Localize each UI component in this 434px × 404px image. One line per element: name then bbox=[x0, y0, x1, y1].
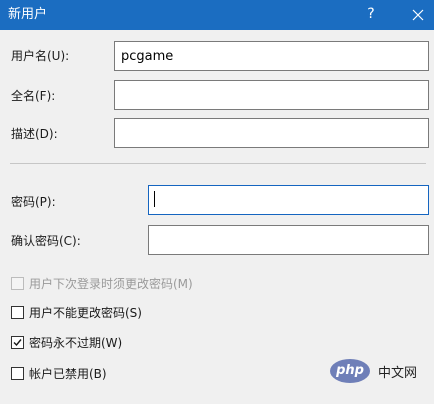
title-bar: 新用户 ? bbox=[0, 0, 434, 30]
text-caret bbox=[154, 191, 155, 207]
confirm-password-input[interactable] bbox=[148, 225, 429, 255]
username-input[interactable] bbox=[114, 41, 429, 71]
checkbox-label: 密码永不过期(W) bbox=[29, 336, 123, 350]
description-input[interactable] bbox=[114, 118, 429, 148]
checkbox-label: 用户下次登录时须更改密码(M) bbox=[29, 277, 193, 291]
watermark-site-text: 中文网 bbox=[378, 366, 418, 381]
confirm-password-label: 确认密码(C): bbox=[11, 234, 81, 248]
fullname-input[interactable] bbox=[114, 80, 429, 110]
checkbox-label: 用户不能更改密码(S) bbox=[29, 306, 142, 320]
password-label: 密码(P): bbox=[11, 195, 56, 209]
fullname-label: 全名(F): bbox=[11, 89, 56, 103]
description-label: 描述(D): bbox=[11, 127, 58, 141]
close-button[interactable] bbox=[402, 0, 434, 30]
username-label: 用户名(U): bbox=[11, 49, 70, 63]
new-user-dialog: 新用户 ? 用户名(U): 全名(F): 描述(D): 密码(P): 确认密码(… bbox=[0, 0, 434, 404]
help-button[interactable]: ? bbox=[356, 0, 386, 30]
checkbox-box bbox=[11, 367, 24, 380]
password-input[interactable] bbox=[148, 185, 429, 215]
section-divider bbox=[10, 163, 426, 164]
checkbox-box bbox=[11, 336, 24, 349]
window-title: 新用户 bbox=[8, 7, 48, 22]
checkbox-box bbox=[11, 277, 24, 290]
checkbox-box bbox=[11, 306, 24, 319]
checkmark-icon bbox=[13, 339, 22, 347]
php-logo: php bbox=[330, 359, 370, 383]
checkbox-label: 帐户已禁用(B) bbox=[29, 367, 107, 381]
close-icon bbox=[412, 9, 424, 21]
